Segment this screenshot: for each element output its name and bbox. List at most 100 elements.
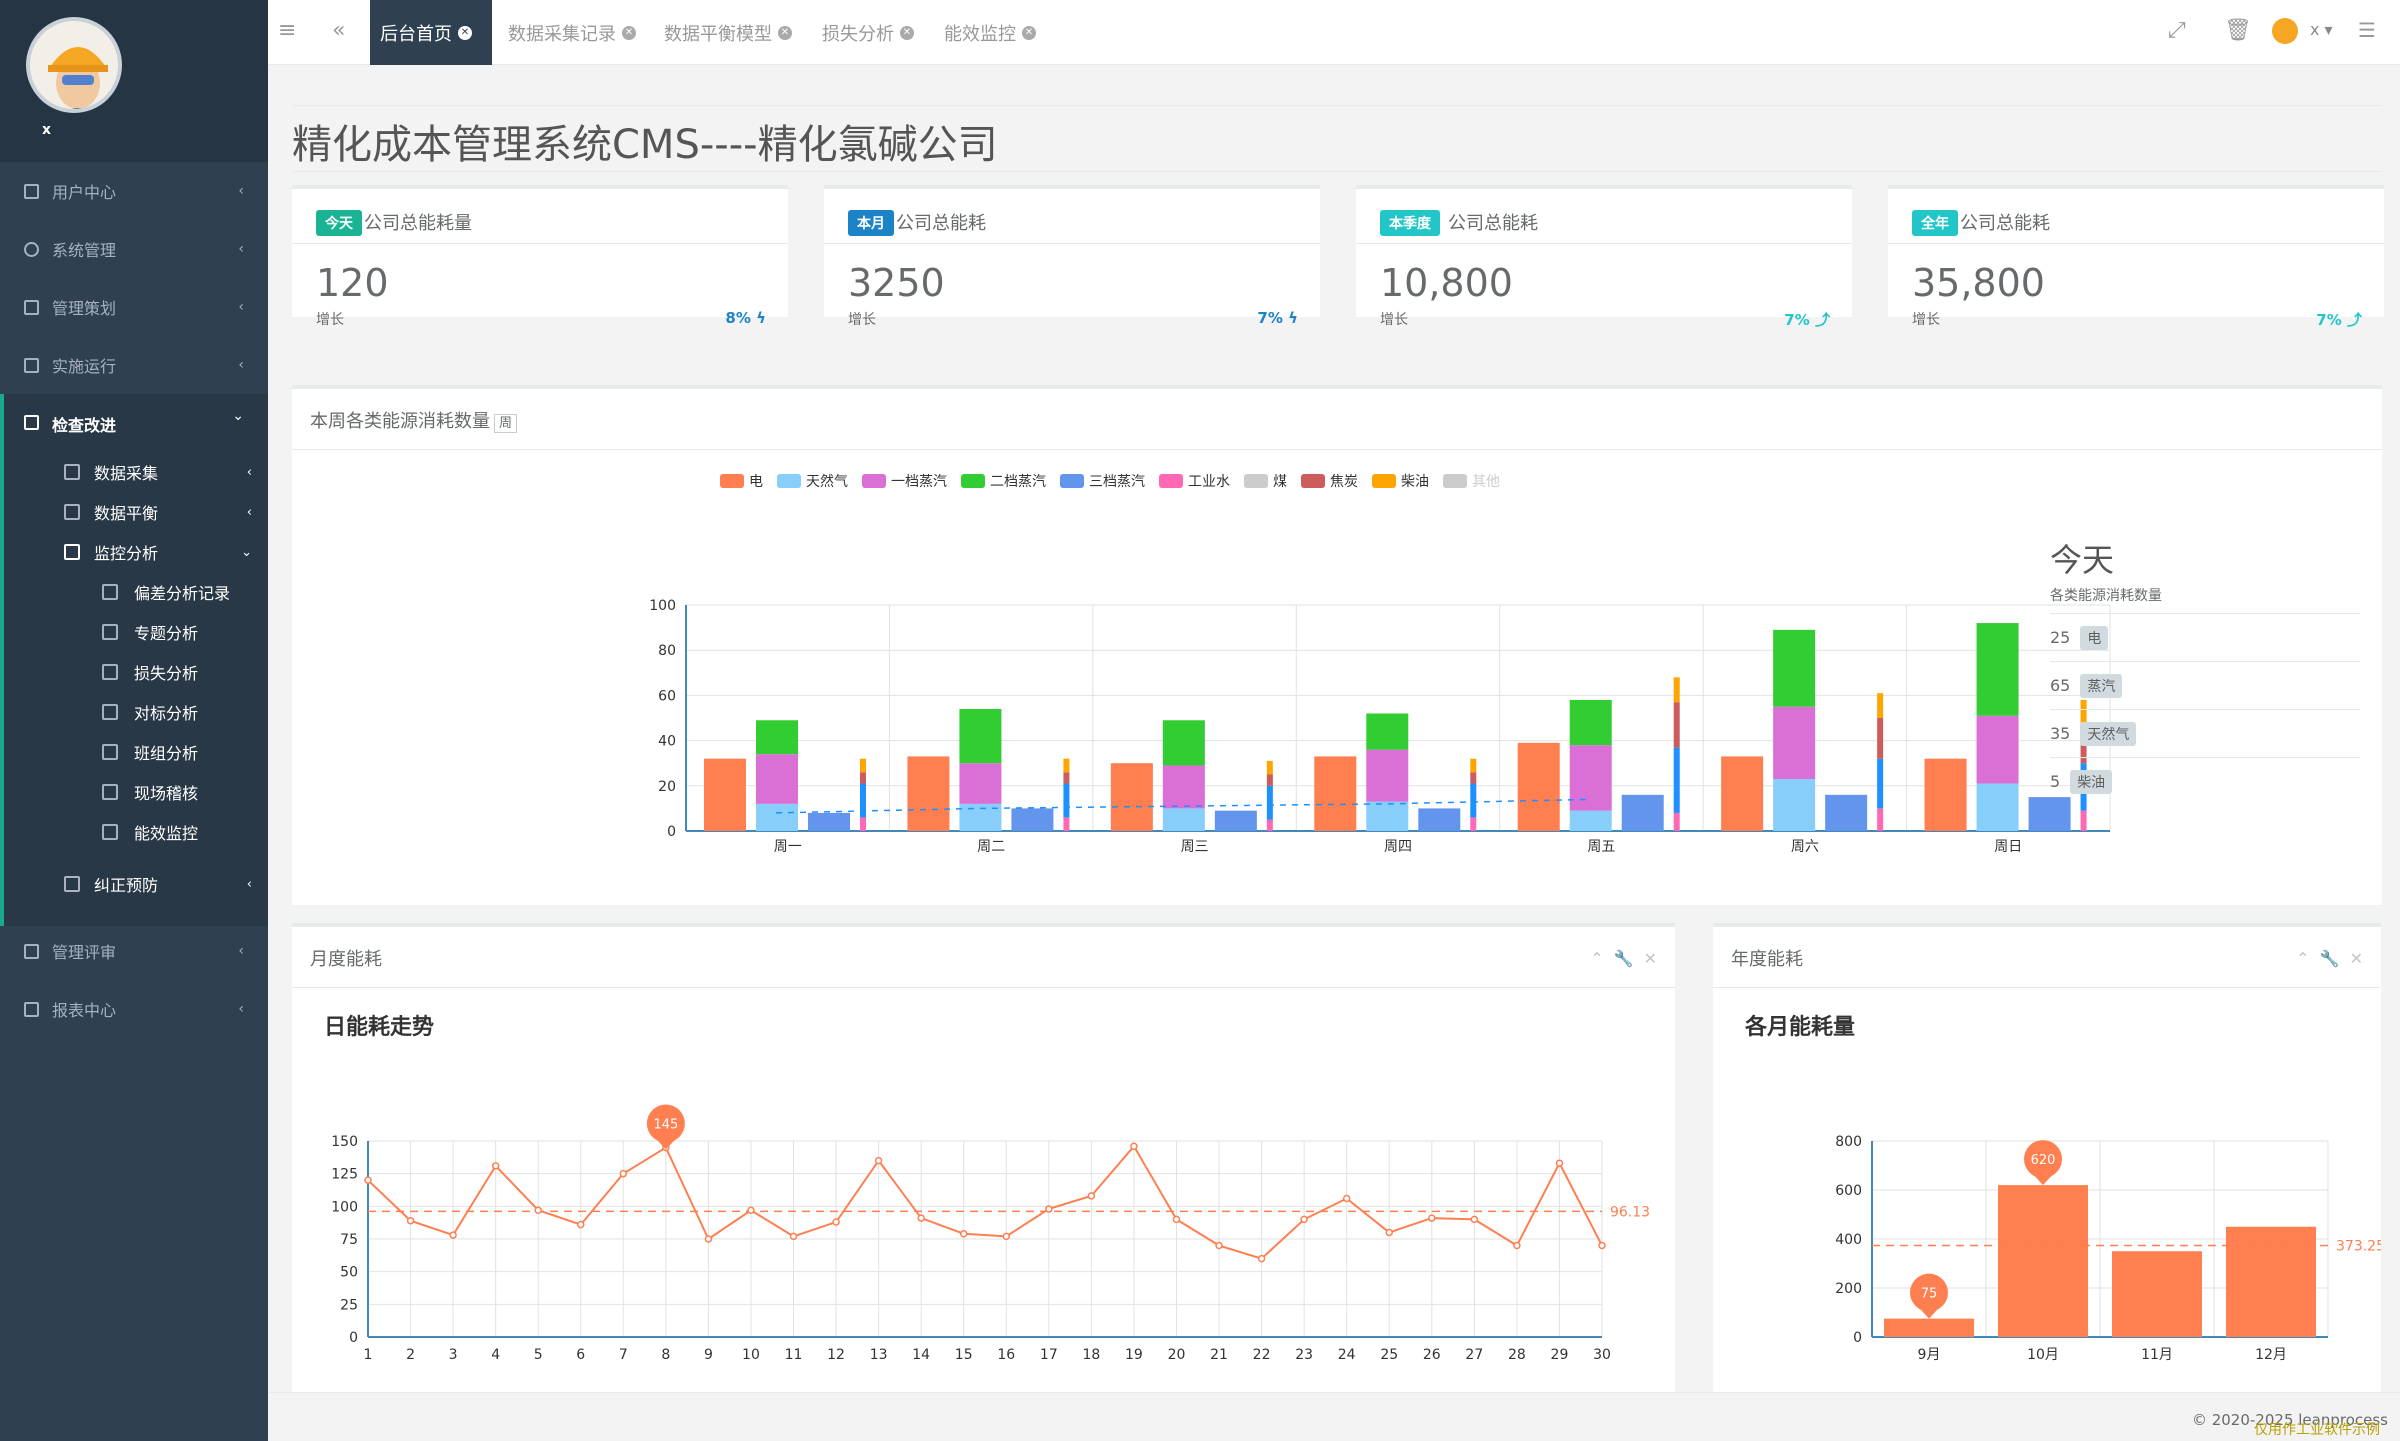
today-row: 65 蒸汽 bbox=[2050, 661, 2360, 709]
close-tab-icon[interactable]: ✕ bbox=[458, 25, 472, 40]
sidebar-sub-monitor[interactable]: 监控分析 ⌄ bbox=[4, 532, 272, 572]
tab-home[interactable]: 后台首页 ✕ bbox=[370, 0, 492, 65]
x-tick-label: 30 bbox=[1593, 1347, 1611, 1363]
close-tab-icon[interactable]: ✕ bbox=[900, 25, 914, 40]
thin-bar-segment bbox=[1266, 819, 1273, 831]
legend-item[interactable]: 一档蒸汽 bbox=[862, 471, 947, 491]
today-tag: 电 bbox=[2080, 625, 2109, 650]
sidebar-sub-data-balance[interactable]: 数据平衡 ‹ bbox=[4, 492, 272, 532]
tabs-scroll-left-icon[interactable]: « bbox=[332, 18, 345, 43]
hamburger-menu-icon[interactable]: ≡ bbox=[278, 18, 296, 43]
x-tick-label: 25 bbox=[1380, 1347, 1398, 1363]
close-tab-icon[interactable]: ✕ bbox=[1022, 25, 1036, 40]
close-tab-icon[interactable]: ✕ bbox=[778, 25, 792, 40]
bar-stack-一档蒸汽 bbox=[1569, 745, 1612, 811]
collapse-icon[interactable]: ⌃ bbox=[1590, 949, 1613, 968]
tab-loss-analysis[interactable]: 损失分析 ✕ bbox=[822, 0, 914, 65]
stat-value: 3250 bbox=[848, 261, 945, 305]
x-tick-label: 11 bbox=[785, 1347, 803, 1363]
page-icon bbox=[102, 784, 118, 800]
sidebar-sub-data-collection[interactable]: 数据采集 ‹ bbox=[4, 452, 272, 492]
sidebar-item-reports[interactable]: 报表中心 ‹ bbox=[0, 980, 268, 1038]
sidebar-subsub-team[interactable]: 班组分析 bbox=[4, 732, 272, 772]
x-tick-label: 周四 bbox=[1384, 839, 1412, 855]
thin-bar-segment bbox=[1470, 758, 1477, 773]
sidebar-subsub-benchmark[interactable]: 对标分析 bbox=[4, 692, 272, 732]
sidebar-subsub-label: 偏差分析记录 bbox=[134, 584, 231, 603]
legend-item[interactable]: 煤 bbox=[1244, 471, 1287, 491]
wrench-icon[interactable]: 🔧 bbox=[1614, 949, 1644, 968]
stat-title: 公司总能耗 bbox=[1960, 213, 2050, 234]
user-avatar[interactable] bbox=[2272, 18, 2298, 44]
bar-stack-二档蒸汽 bbox=[959, 708, 1002, 764]
close-icon[interactable]: ✕ bbox=[1644, 949, 1667, 968]
close-tab-icon[interactable]: ✕ bbox=[622, 25, 636, 40]
trash-icon[interactable]: 🗑 bbox=[2224, 18, 2252, 43]
legend-item[interactable]: 柴油 bbox=[1372, 471, 1429, 491]
tab-balance-model[interactable]: 数据平衡模型 ✕ bbox=[664, 0, 792, 65]
data-point bbox=[1598, 1241, 1606, 1250]
user-menu[interactable]: x ▾ bbox=[2310, 20, 2333, 39]
bar-electricity bbox=[1314, 756, 1357, 831]
sidebar-sub-correction[interactable]: 纠正预防 ‹ bbox=[4, 864, 272, 904]
legend-label: 焦炭 bbox=[1330, 474, 1358, 490]
legend-item[interactable]: 焦炭 bbox=[1301, 471, 1358, 491]
close-icon[interactable]: ✕ bbox=[2350, 949, 2373, 968]
user-name: x bbox=[2310, 20, 2320, 39]
sidebar-item-operation[interactable]: 实施运行 ‹ bbox=[0, 336, 268, 394]
x-tick-label: 周五 bbox=[1587, 839, 1615, 855]
sidebar-subsub-audit[interactable]: 现场稽核 bbox=[4, 772, 272, 812]
sidebar-subsub-loss[interactable]: 损失分析 bbox=[4, 652, 272, 692]
wrench-icon[interactable]: 🔧 bbox=[2320, 949, 2350, 968]
sidebar-subsub-label: 能效监控 bbox=[134, 824, 199, 843]
collapse-icon[interactable]: ⌃ bbox=[2296, 949, 2319, 968]
today-row: 25 电 bbox=[2050, 613, 2360, 661]
sidebar-subsub-efficiency[interactable]: 能效监控 bbox=[4, 812, 272, 852]
stat-badge: 今天 bbox=[316, 210, 362, 236]
page-icon bbox=[102, 584, 118, 600]
y-tick-label: 25 bbox=[340, 1297, 358, 1313]
divider bbox=[1888, 243, 2384, 244]
tab-efficiency-monitor[interactable]: 能效监控 ✕ bbox=[944, 0, 1036, 65]
stat-percent: 7% ⤴ bbox=[1784, 311, 1830, 329]
page-icon bbox=[24, 357, 39, 373]
sidebar-item-inspection-toggle[interactable]: 检查改进 ⌄ bbox=[4, 394, 268, 452]
y-tick-label: 75 bbox=[340, 1232, 358, 1248]
sidebar-subsub-deviation[interactable]: 偏差分析记录 bbox=[4, 572, 272, 612]
sidebar-item-planning[interactable]: 管理策划 ‹ bbox=[0, 278, 268, 336]
sidebar-item-user-center[interactable]: 用户中心 ‹ bbox=[0, 162, 268, 220]
legend-item[interactable]: 三档蒸汽 bbox=[1060, 471, 1145, 491]
page-icon bbox=[24, 943, 39, 959]
data-point bbox=[1215, 1241, 1223, 1250]
thin-bar-segment bbox=[1470, 772, 1477, 784]
sidebar-item-system[interactable]: 系统管理 ‹ bbox=[0, 220, 268, 278]
avatar[interactable] bbox=[26, 17, 122, 113]
legend-label: 电 bbox=[749, 474, 763, 490]
legend-item[interactable]: 其他 bbox=[1443, 471, 1500, 491]
marker-pin-tip bbox=[2032, 1173, 2054, 1186]
chevron-left-icon: ‹ bbox=[238, 241, 244, 257]
sidebar-subsub-topic[interactable]: 专题分析 bbox=[4, 612, 272, 652]
sidebar-subsub-label: 对标分析 bbox=[134, 704, 199, 723]
tab-data-collection[interactable]: 数据采集记录 ✕ bbox=[508, 0, 636, 65]
thin-bar-segment bbox=[1673, 677, 1680, 703]
legend-label: 工业水 bbox=[1188, 474, 1230, 490]
legend-item[interactable]: 电 bbox=[720, 471, 763, 491]
thin-bar-segment bbox=[1673, 747, 1680, 813]
legend-item[interactable]: 工业水 bbox=[1159, 471, 1230, 491]
legend-item[interactable]: 天然气 bbox=[777, 471, 848, 491]
today-summary: 今天 各类能源消耗数量 25 电 65 蒸汽 35 天然气 5 柴油 bbox=[2050, 535, 2360, 794]
legend-item[interactable]: 二档蒸汽 bbox=[961, 471, 1046, 491]
data-point bbox=[832, 1218, 840, 1226]
data-point bbox=[874, 1156, 883, 1165]
stat-value: 35,800 bbox=[1912, 261, 2045, 305]
settings-list-icon[interactable]: ☰ bbox=[2358, 18, 2376, 42]
sidebar-item-review[interactable]: 管理评审 ‹ bbox=[0, 922, 268, 980]
chart-legend: 电 天然气 一档蒸汽 二档蒸汽 三档蒸汽 工业水 煤 焦炭 柴油 其他 bbox=[720, 471, 1514, 491]
period-tag[interactable]: 周 bbox=[494, 414, 518, 433]
daily-energy-line-chart: 02550751001251501 2 3 4 5 6 7 8 9 10 11 12 13 14 15 16 1… bbox=[331, 1104, 1650, 1363]
fullscreen-icon[interactable]: ⤢ bbox=[2168, 18, 2186, 43]
y-tick-label: 60 bbox=[658, 688, 676, 704]
thin-bar-segment bbox=[1063, 772, 1070, 784]
profile-name[interactable]: x bbox=[42, 122, 51, 138]
